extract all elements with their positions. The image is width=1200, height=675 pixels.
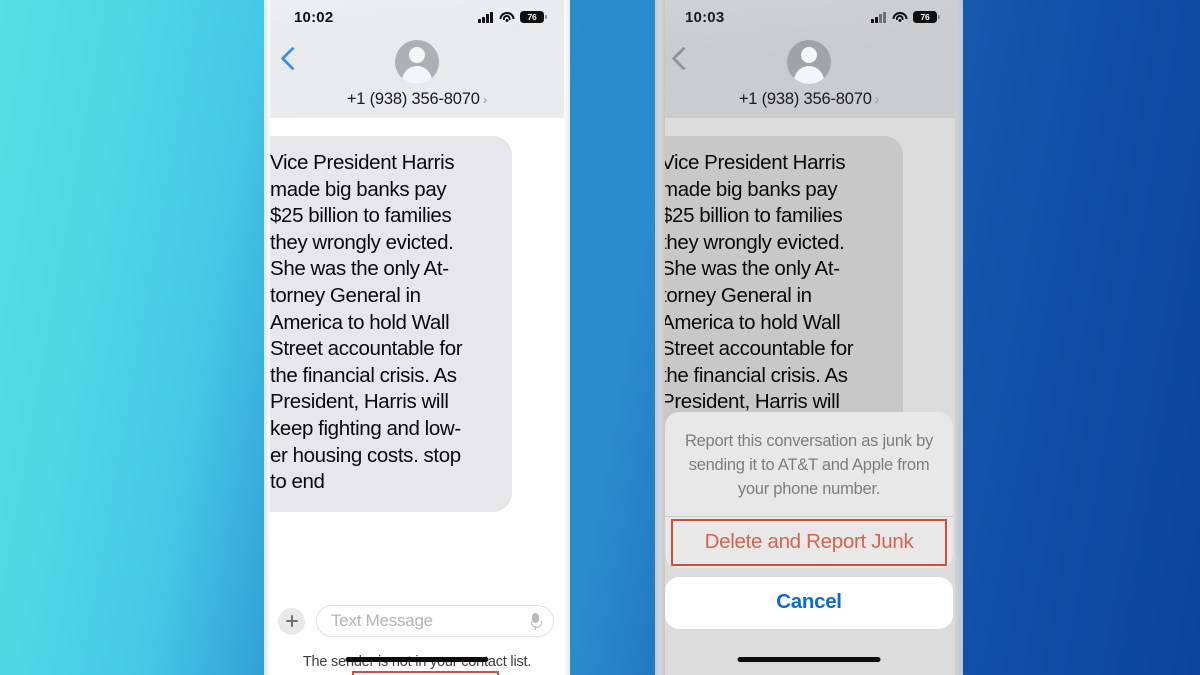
phone-bezel-right — [955, 0, 963, 675]
message-composer: Text Message — [264, 605, 570, 637]
report-junk-action-sheet: Report this conversation as junk by send… — [665, 412, 953, 629]
battery-icon: 76 — [520, 10, 547, 24]
phone-bezel-left — [264, 0, 270, 675]
message-thread: Vice President Harris made big banks pay… — [264, 118, 570, 675]
status-bar: 10:03 76 — [655, 0, 963, 34]
home-indicator — [345, 656, 489, 662]
phone-screenshot-left: 10:02 76 +1 (938) 356-8070 › Vice Preside… — [264, 0, 570, 675]
add-attachment-icon[interactable] — [278, 607, 305, 635]
report-junk-annotation: Report Junk — [352, 671, 500, 675]
delete-and-report-junk-row: Delete and Report Junk — [665, 517, 953, 568]
action-sheet-card: Report this conversation as junk by send… — [665, 412, 953, 568]
battery-level-label: 76 — [920, 11, 930, 22]
message-thread: Vice President Harris made big banks pay… — [655, 118, 963, 675]
text-message-input[interactable]: Text Message — [316, 605, 554, 637]
contact-avatar-icon — [787, 40, 831, 84]
annotation-highlight-box: Report Junk — [352, 671, 500, 675]
message-bubble: Vice President Harris made big banks pay… — [264, 136, 512, 512]
contact-header[interactable]: +1 (938) 356-8070 › — [264, 40, 570, 109]
microphone-icon[interactable] — [530, 612, 542, 630]
phone-bezel-right — [564, 0, 570, 675]
home-indicator — [737, 656, 881, 662]
battery-level-label: 76 — [527, 11, 537, 22]
status-indicators: 76 — [871, 10, 940, 24]
delete-and-report-junk-button[interactable]: Delete and Report Junk — [665, 517, 953, 568]
contact-header[interactable]: +1 (938) 356-8070 › — [655, 40, 963, 109]
cellular-signal-icon — [478, 11, 493, 23]
battery-icon: 76 — [913, 10, 940, 24]
status-clock: 10:02 — [294, 8, 334, 26]
phone-screenshot-right: 10:03 76 +1 (938) 356-8070 › Vice Preside… — [655, 0, 963, 675]
status-bar: 10:02 76 — [264, 0, 570, 34]
contact-name[interactable]: +1 (938) 356-8070 › — [264, 90, 570, 109]
text-message-placeholder: Text Message — [331, 611, 433, 630]
message-text: Vice President Harris made big banks pay… — [270, 151, 463, 494]
cellular-signal-icon — [871, 11, 886, 23]
wifi-icon — [892, 11, 907, 23]
contact-name-label: +1 (938) 356-8070 — [346, 90, 480, 108]
wifi-icon — [499, 11, 514, 23]
contact-name-label: +1 (938) 356-8070 — [738, 90, 872, 108]
phone-bezel-left — [655, 0, 665, 675]
chevron-right-icon: › — [874, 91, 880, 107]
status-clock: 10:03 — [685, 8, 725, 26]
action-sheet-message: Report this conversation as junk by send… — [684, 432, 934, 498]
chevron-right-icon: › — [482, 91, 488, 107]
cancel-button[interactable]: Cancel — [665, 577, 953, 629]
navigation-bar: 10:03 76 +1 (938) 356-8070 › — [655, 0, 963, 118]
contact-avatar-icon — [395, 40, 439, 84]
navigation-bar: 10:02 76 +1 (938) 356-8070 › — [264, 0, 570, 118]
status-indicators: 76 — [478, 10, 547, 24]
contact-name[interactable]: +1 (938) 356-8070 › — [655, 90, 963, 109]
